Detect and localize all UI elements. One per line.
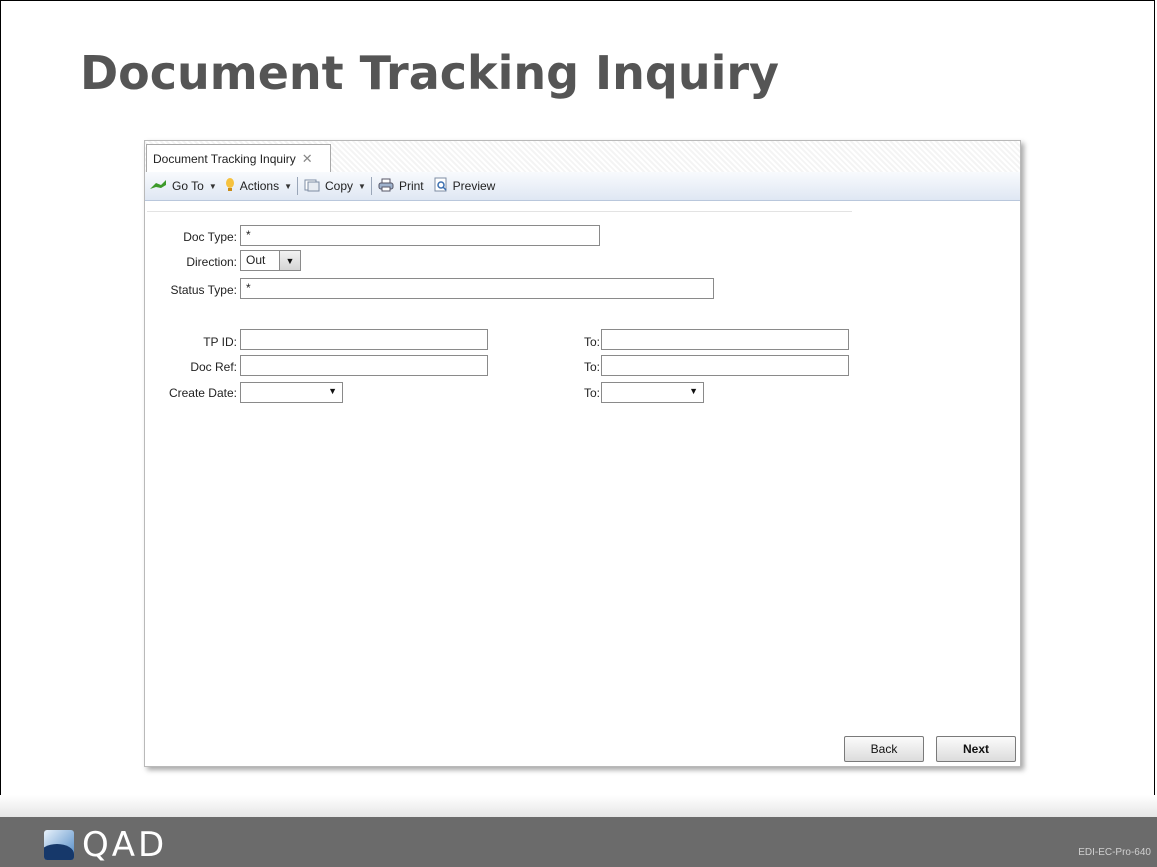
app-window: Document Tracking Inquiry ✕ Go To ▼ Acti… xyxy=(144,140,1021,767)
slide-title: Document Tracking Inquiry xyxy=(80,46,780,100)
status-type-field[interactable]: * xyxy=(240,278,714,299)
chevron-down-icon[interactable]: ▼ xyxy=(689,386,698,396)
actions-bulb-icon xyxy=(225,177,235,195)
goto-button[interactable]: Go To ▼ xyxy=(149,179,217,194)
copy-button[interactable]: Copy ▼ xyxy=(304,178,366,195)
tab-strip: Document Tracking Inquiry ✕ xyxy=(145,141,1020,173)
tp-id-label: TP ID: xyxy=(203,335,237,349)
create-date-to-picker[interactable]: ▼ xyxy=(601,382,704,403)
doc-ref-field[interactable] xyxy=(240,355,488,376)
chevron-down-icon: ▼ xyxy=(208,181,217,191)
preview-label: Preview xyxy=(452,179,496,193)
actions-label: Actions xyxy=(239,179,280,193)
status-type-label: Status Type: xyxy=(170,283,238,297)
print-icon xyxy=(378,178,394,195)
direction-value: Out xyxy=(246,253,266,267)
chevron-down-icon: ▼ xyxy=(284,181,293,191)
tab-document-tracking-inquiry[interactable]: Document Tracking Inquiry ✕ xyxy=(146,144,331,172)
tp-id-to-label: To: xyxy=(583,335,600,349)
doc-ref-to-field[interactable] xyxy=(601,355,849,376)
footer-gradient xyxy=(0,795,1157,817)
goto-arrow-icon xyxy=(149,179,167,194)
footer-bar xyxy=(0,817,1157,867)
create-date-label: Create Date: xyxy=(168,386,237,400)
copy-icon xyxy=(304,178,320,195)
chevron-down-icon: ▼ xyxy=(358,181,366,191)
chevron-down-icon[interactable]: ▼ xyxy=(279,251,300,270)
doc-type-field[interactable]: * xyxy=(240,225,600,246)
print-label: Print xyxy=(398,179,424,193)
direction-select[interactable]: Out ▼ xyxy=(240,250,301,271)
toolbar: Go To ▼ Actions ▼ Copy ▼ Print Preview xyxy=(145,172,1020,201)
toolbar-separator xyxy=(297,177,299,195)
direction-label: Direction: xyxy=(186,255,237,269)
tab-label: Document Tracking Inquiry xyxy=(153,151,296,166)
doc-type-label: Doc Type: xyxy=(183,230,237,244)
tp-id-to-field[interactable] xyxy=(601,329,849,350)
goto-label: Go To xyxy=(172,179,204,193)
preview-button[interactable]: Preview xyxy=(434,177,496,195)
create-date-to-label: To: xyxy=(583,386,600,400)
toolbar-separator xyxy=(370,177,372,195)
logo-text: QAD xyxy=(82,825,168,865)
print-button[interactable]: Print xyxy=(378,178,424,195)
back-button[interactable]: Back xyxy=(844,736,924,762)
qad-logo: QAD xyxy=(44,825,167,865)
actions-button[interactable]: Actions ▼ xyxy=(225,177,293,195)
preview-icon xyxy=(434,177,448,195)
next-button[interactable]: Next xyxy=(936,736,1016,762)
doc-ref-label: Doc Ref: xyxy=(190,360,237,374)
close-icon[interactable]: ✕ xyxy=(302,151,313,167)
tp-id-field[interactable] xyxy=(240,329,488,350)
slide-code: EDI-EC-Pro-640 xyxy=(1078,847,1151,858)
create-date-picker[interactable]: ▼ xyxy=(240,382,343,403)
divider xyxy=(147,211,852,212)
doc-ref-to-label: To: xyxy=(583,360,600,374)
chevron-down-icon[interactable]: ▼ xyxy=(328,386,337,396)
copy-label: Copy xyxy=(325,179,354,193)
qad-logo-icon xyxy=(44,830,74,860)
